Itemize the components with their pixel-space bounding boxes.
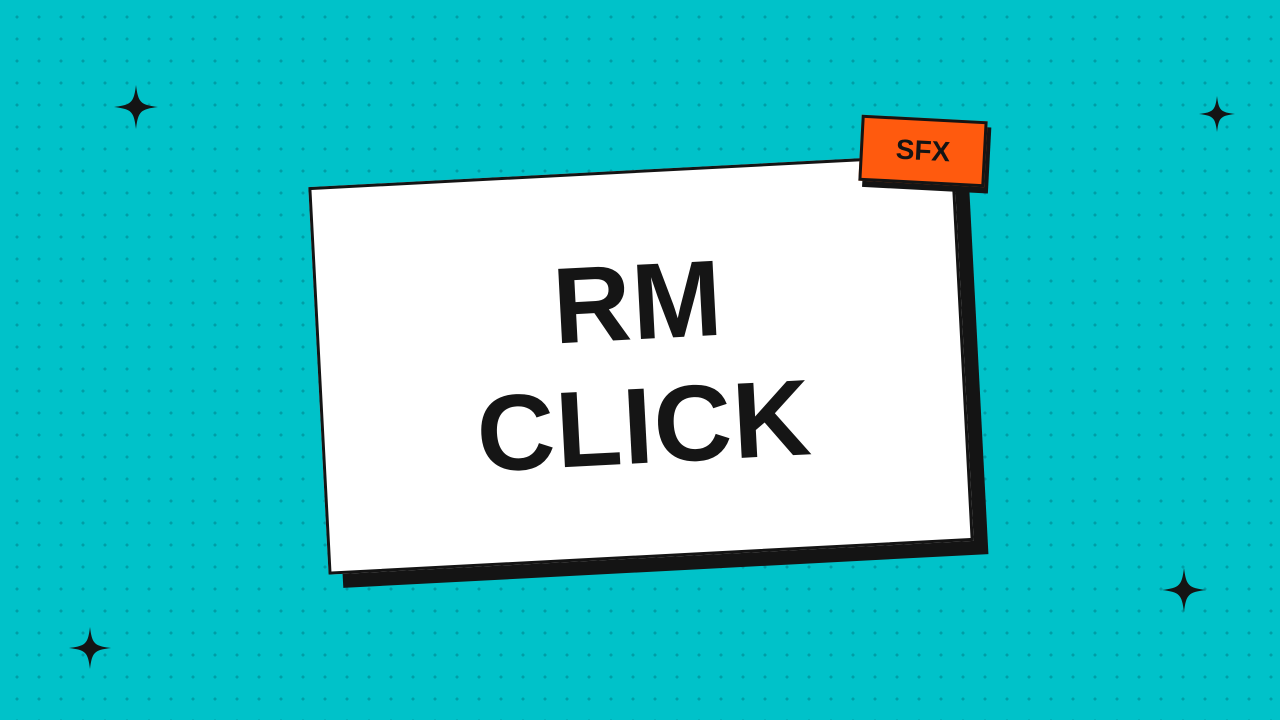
sparkle-icon — [114, 85, 158, 129]
title-card-face: RM CLICK — [308, 153, 974, 575]
sparkle-icon — [69, 627, 111, 669]
sparkle-icon — [1162, 568, 1206, 612]
sfx-badge: SFX — [858, 114, 992, 194]
sfx-badge-label: SFX — [858, 114, 988, 188]
title-card: RM CLICK — [308, 153, 989, 588]
title-line-1: RM — [549, 236, 726, 367]
sparkle-icon — [1199, 96, 1235, 132]
title-line-2: CLICK — [473, 356, 815, 495]
